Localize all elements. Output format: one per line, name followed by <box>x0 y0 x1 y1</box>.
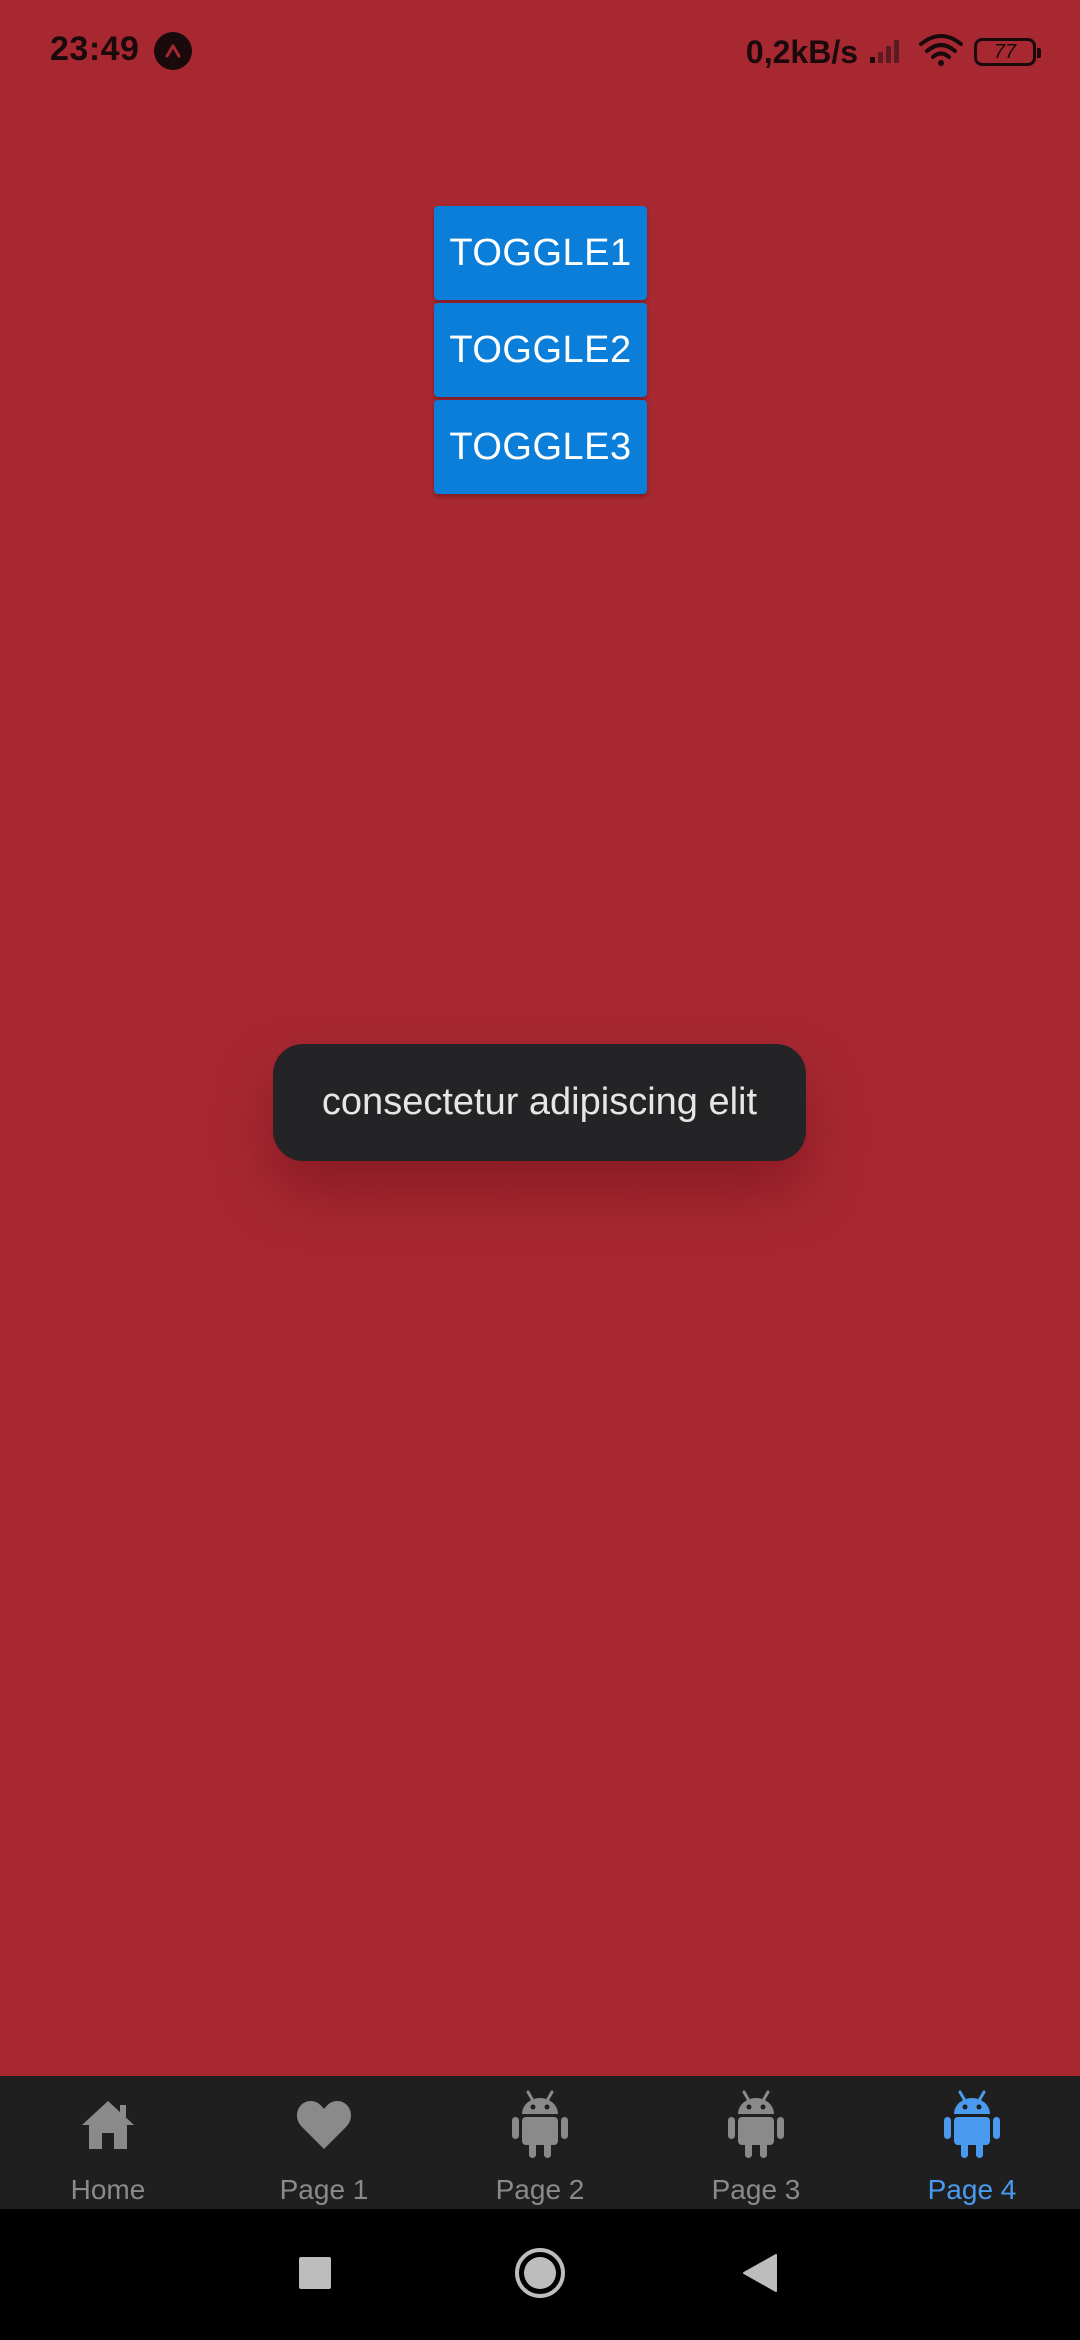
circle-icon <box>514 2247 566 2304</box>
android-icon <box>505 2090 575 2160</box>
toast-text: consectetur adipiscing elit <box>321 1081 758 1123</box>
bottom-tab-bar: Home Page 1 Page 2 Page 3 Page 4 <box>0 2076 1080 2209</box>
tab-home-label: Home <box>70 2174 146 2205</box>
tab-page-3[interactable]: Page 3 <box>648 2076 864 2209</box>
android-icon <box>937 2090 1007 2160</box>
back-button[interactable] <box>730 2245 790 2305</box>
home-nav-button[interactable] <box>510 2245 570 2305</box>
battery-level: 77 <box>993 40 1017 63</box>
network-speed: 0,2kB/s <box>745 33 858 70</box>
recents-button[interactable] <box>285 2245 345 2305</box>
battery-icon: 77 <box>974 38 1041 66</box>
tab-page-4-label: Page 4 <box>927 2174 1017 2205</box>
tab-page-2[interactable]: Page 2 <box>432 2076 648 2209</box>
app-notification-icon <box>154 32 192 70</box>
tab-page-3-label: Page 3 <box>711 2174 801 2205</box>
square-icon <box>299 2256 331 2294</box>
toggle-group: TOGGLE1 TOGGLE2 TOGGLE3 <box>434 206 647 497</box>
toggle1-button[interactable]: TOGGLE1 <box>434 206 647 300</box>
toast-message: consectetur adipiscing elit <box>273 1044 806 1161</box>
tab-home[interactable]: Home <box>0 2076 216 2209</box>
status-bar: 23:49 0,2kB/s 77 <box>0 0 1080 100</box>
heart-icon <box>289 2090 359 2160</box>
toggle3-button[interactable]: TOGGLE3 <box>434 400 647 494</box>
signal-icon <box>868 35 908 70</box>
home-icon <box>73 2090 143 2160</box>
system-nav-bar <box>0 2209 1080 2340</box>
back-triangle-icon <box>742 2253 778 2298</box>
tab-page-4[interactable]: Page 4 <box>864 2076 1080 2209</box>
tab-page-2-label: Page 2 <box>495 2174 585 2205</box>
tab-page-1-label: Page 1 <box>279 2174 369 2205</box>
tab-page-1[interactable]: Page 1 <box>216 2076 432 2209</box>
android-icon <box>721 2090 791 2160</box>
toggle2-button[interactable]: TOGGLE2 <box>434 303 647 397</box>
status-time: 23:49 <box>50 30 140 68</box>
wifi-icon <box>918 33 964 72</box>
status-indicators: 0,2kB/s 77 <box>745 30 1041 74</box>
